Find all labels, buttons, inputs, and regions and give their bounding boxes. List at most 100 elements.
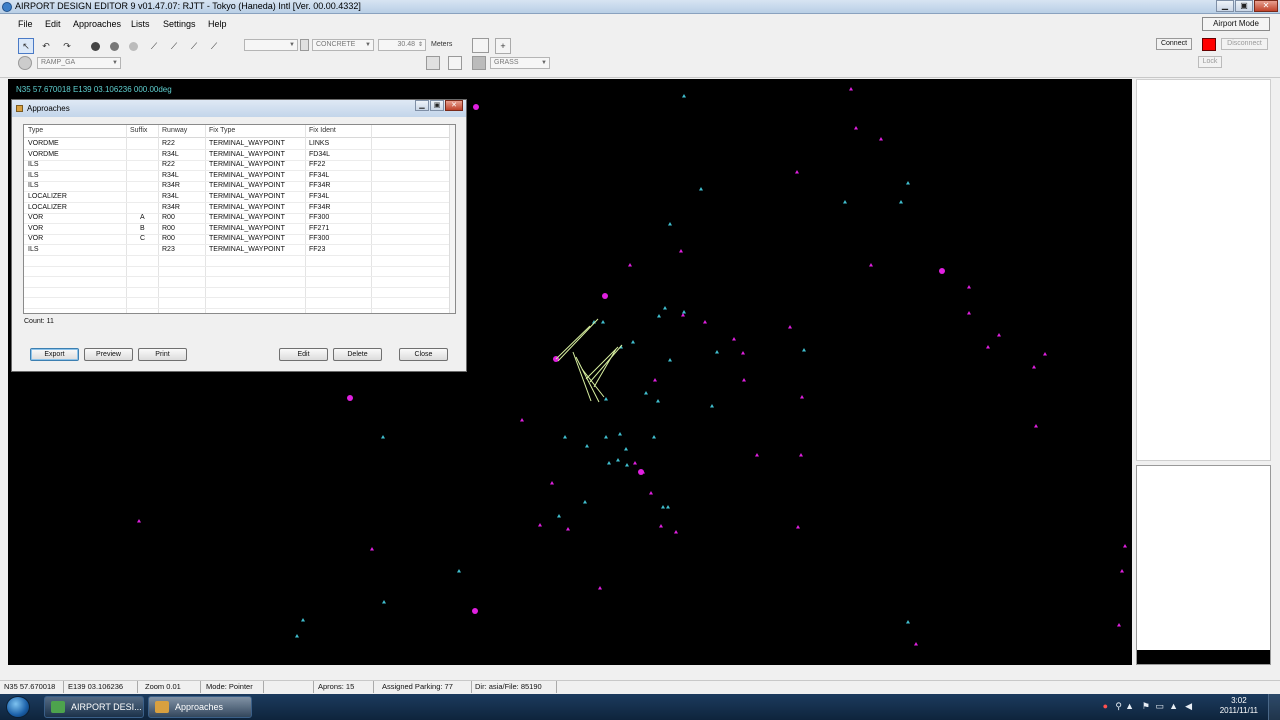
navaid-fix-marker[interactable] [381, 435, 385, 439]
terminal-waypoint-marker[interactable] [137, 519, 141, 523]
menu-approaches[interactable]: Approaches [73, 19, 121, 29]
navaid-fix-marker[interactable] [382, 600, 386, 604]
color-swatch[interactable] [1202, 38, 1216, 51]
terminal-waypoint-marker[interactable] [1117, 623, 1121, 627]
navaid-fix-marker[interactable] [906, 620, 910, 624]
menu-edit[interactable]: Edit [45, 19, 61, 29]
table-row[interactable]: VOR C R00 TERMINAL_WAYPOINT FF300 [24, 234, 455, 244]
navaid-fix-marker[interactable] [301, 618, 305, 622]
terminal-waypoint-marker[interactable] [566, 527, 570, 531]
terminal-waypoint-marker[interactable] [598, 586, 602, 590]
pointer-tool-icon[interactable]: ↖ [18, 38, 34, 54]
signal-icon[interactable]: ▲ [1169, 701, 1178, 711]
airport-waypoint-marker[interactable] [347, 395, 353, 401]
navaid-fix-marker[interactable] [682, 94, 686, 98]
menu-lists[interactable]: Lists [131, 19, 150, 29]
terminal-waypoint-marker[interactable] [795, 170, 799, 174]
terminal-waypoint-marker[interactable] [633, 461, 637, 465]
navaid-fix-marker[interactable] [699, 187, 703, 191]
navaid-fix-marker[interactable] [563, 435, 567, 439]
column-runway[interactable]: Runway [162, 127, 187, 134]
terminal-waypoint-marker[interactable] [967, 311, 971, 315]
disconnect-button[interactable]: Disconnect [1221, 38, 1268, 50]
dialog-close-button[interactable]: Close [399, 348, 448, 361]
terminal-waypoint-marker[interactable] [1043, 352, 1047, 356]
menu-help[interactable]: Help [208, 19, 227, 29]
ramp-type-select[interactable]: RAMP_GA ▼ [37, 57, 121, 69]
draw-path-tool-icon[interactable]: ⟋ [166, 38, 182, 54]
redo-button[interactable]: ↷ [59, 38, 75, 54]
navaid-fix-marker[interactable] [663, 306, 667, 310]
approaches-list[interactable]: Type Suffix Runway Fix Type Fix Ident VO… [23, 124, 456, 314]
terminal-waypoint-marker[interactable] [679, 249, 683, 253]
terminal-waypoint-marker[interactable] [649, 491, 653, 495]
navaid-fix-marker[interactable] [624, 447, 628, 451]
surface-select[interactable]: CONCRETE ▼ [312, 39, 374, 51]
clock[interactable]: 3:02 2011/11/11 [1220, 696, 1258, 716]
draw-taxiway-tool-icon[interactable]: ⟋ [186, 38, 202, 54]
navaid-fix-marker[interactable] [601, 320, 605, 324]
terminal-waypoint-marker[interactable] [628, 263, 632, 267]
terminal-waypoint-marker[interactable] [520, 418, 524, 422]
navaid-fix-marker[interactable] [631, 340, 635, 344]
terminal-waypoint-marker[interactable] [1034, 424, 1038, 428]
navaid-fix-marker[interactable] [295, 634, 299, 638]
terminal-waypoint-marker[interactable] [986, 345, 990, 349]
terminal-waypoint-marker[interactable] [788, 325, 792, 329]
table-row[interactable]: VOR A R00 TERMINAL_WAYPOINT FF300 [24, 213, 455, 223]
table-row[interactable]: VORDME R34L TERMINAL_WAYPOINT FD34L [24, 150, 455, 160]
slash-tool-icon[interactable] [448, 56, 462, 70]
export-button[interactable]: Export [30, 348, 79, 361]
close-window-button[interactable]: ✕ [1254, 0, 1278, 12]
terminal-waypoint-marker[interactable] [800, 395, 804, 399]
terminal-waypoint-marker[interactable] [967, 285, 971, 289]
terminal-waypoint-marker[interactable] [796, 525, 800, 529]
column-type[interactable]: Type [28, 127, 43, 134]
blank-select[interactable]: ▼ [244, 39, 298, 51]
minimize-button[interactable]: ▁ [1216, 0, 1234, 12]
terminal-waypoint-marker[interactable] [550, 481, 554, 485]
draw-node-light-tool-icon[interactable] [125, 38, 141, 54]
draw-line-tool-icon[interactable]: ⟋ [146, 38, 162, 54]
airport-waypoint-marker[interactable] [472, 608, 478, 614]
draw-node-alt-tool-icon[interactable] [106, 38, 122, 54]
network-adapter-icon[interactable]: ⚲ [1115, 701, 1122, 712]
navaid-fix-marker[interactable] [585, 444, 589, 448]
undo-button[interactable]: ↶ [38, 38, 54, 54]
navaid-fix-marker[interactable] [682, 310, 686, 314]
table-row[interactable]: ILS R23 TERMINAL_WAYPOINT FF23 [24, 245, 455, 255]
connect-button[interactable]: Connect [1156, 38, 1192, 50]
terminal-waypoint-marker[interactable] [854, 126, 858, 130]
dialog-minimize-button[interactable]: ▁ [415, 100, 429, 111]
navaid-fix-marker[interactable] [710, 404, 714, 408]
column-fix-ident[interactable]: Fix Ident [309, 127, 336, 134]
airport-waypoint-marker[interactable] [939, 268, 945, 274]
airport-mode-button[interactable]: Airport Mode [1202, 17, 1270, 31]
terminal-waypoint-marker[interactable] [653, 378, 657, 382]
navaid-fix-marker[interactable] [644, 391, 648, 395]
dialog-title-bar[interactable]: Approaches ▁ ▣ ✕ [12, 100, 466, 117]
airport-waypoint-marker[interactable] [473, 104, 479, 110]
terminal-waypoint-marker[interactable] [879, 137, 883, 141]
navaid-fix-marker[interactable] [607, 461, 611, 465]
lock-button[interactable]: Lock [1198, 56, 1222, 68]
grass-tool-icon[interactable] [472, 56, 486, 70]
list-scrollbar[interactable] [449, 125, 455, 313]
terminal-waypoint-marker[interactable] [849, 87, 853, 91]
blank-select-arrow-icon[interactable] [300, 39, 309, 51]
navaid-fix-marker[interactable] [604, 435, 608, 439]
navaid-fix-marker[interactable] [661, 505, 665, 509]
taskbar-item-approaches[interactable]: Approaches [148, 696, 252, 718]
table-row[interactable]: VORDME R22 TERMINAL_WAYPOINT LINKS [24, 139, 455, 149]
add-button[interactable]: + [495, 38, 511, 54]
terminal-waypoint-marker[interactable] [681, 313, 685, 317]
edit-button[interactable]: Edit [279, 348, 328, 361]
navaid-fix-marker[interactable] [802, 348, 806, 352]
taskbar-item-airport-editor[interactable]: AIRPORT DESI... [44, 696, 144, 718]
navaid-fix-marker[interactable] [906, 181, 910, 185]
flag-icon[interactable]: ⚑ [1142, 701, 1150, 712]
navaid-fix-marker[interactable] [457, 569, 461, 573]
navaid-fix-marker[interactable] [668, 222, 672, 226]
terminal-waypoint-marker[interactable] [732, 337, 736, 341]
navaid-fix-marker[interactable] [625, 463, 629, 467]
